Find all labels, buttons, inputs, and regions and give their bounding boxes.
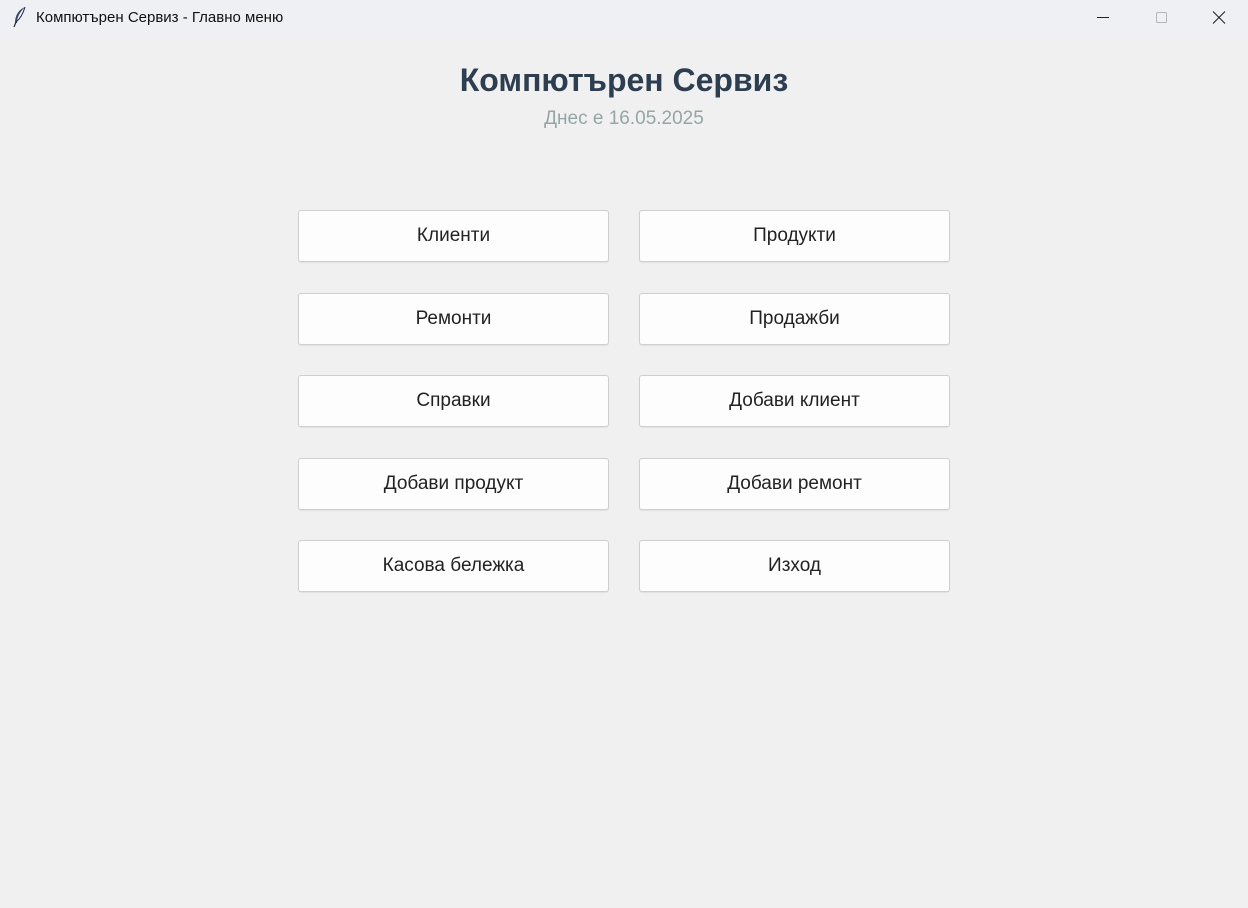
exit-button[interactable]: Изход <box>639 540 950 592</box>
title-bar[interactable]: Компютърен Сервиз - Главно меню <box>0 0 1248 35</box>
reports-button[interactable]: Справки <box>298 375 609 427</box>
minimize-button[interactable] <box>1074 0 1132 35</box>
add-repair-button[interactable]: Добави ремонт <box>639 458 950 510</box>
minimize-icon <box>1097 17 1109 18</box>
maximize-button[interactable] <box>1132 0 1190 35</box>
main-window: Компютърен Сервиз - Главно меню Компютър… <box>0 0 1248 908</box>
sales-button[interactable]: Продажби <box>639 293 950 345</box>
maximize-icon <box>1156 12 1167 23</box>
feather-icon <box>12 6 28 28</box>
add-client-button[interactable]: Добави клиент <box>639 375 950 427</box>
window-title: Компютърен Сервиз - Главно меню <box>36 9 284 26</box>
close-icon <box>1212 11 1226 24</box>
receipt-button[interactable]: Касова бележка <box>298 540 609 592</box>
add-product-button[interactable]: Добави продукт <box>298 458 609 510</box>
date-label: Днес е 16.05.2025 <box>544 108 704 129</box>
clients-button[interactable]: Клиенти <box>298 210 609 262</box>
products-button[interactable]: Продукти <box>639 210 950 262</box>
app-heading: Компютърен Сервиз <box>459 62 789 98</box>
close-button[interactable] <box>1190 0 1248 35</box>
repairs-button[interactable]: Ремонти <box>298 293 609 345</box>
